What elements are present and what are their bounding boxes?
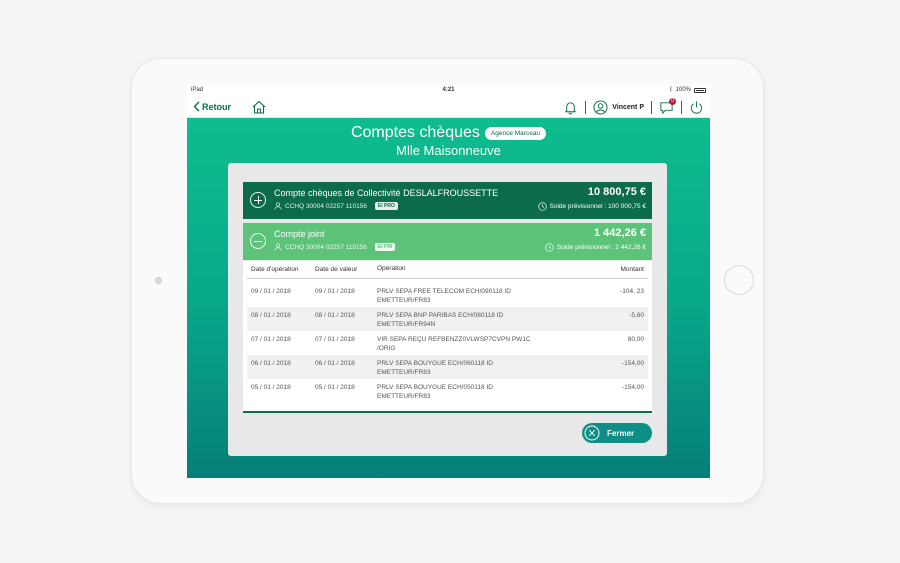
power-icon[interactable] — [689, 100, 704, 115]
account-row-joint[interactable]: Compte joint CCHQ 30004 02257 110156 EI … — [243, 223, 652, 260]
app-screen: iPad 4:21 ᛒ 100% Retour Vincent P 0 Comp… — [187, 85, 710, 478]
cell-amount: -104, 23 — [620, 288, 644, 295]
expand-plus-icon[interactable] — [250, 192, 266, 208]
account-forecast: Solde prévisionnel : 2 442,26 € — [545, 243, 646, 252]
table-body: 09 / 01 / 2018 09 / 01 / 2018 PRLV SEPA … — [243, 283, 652, 403]
nav-separator — [585, 100, 587, 114]
bluetooth-icon: ᛒ — [669, 87, 673, 93]
battery-icon — [694, 87, 706, 93]
cell-op-date: 05 / 01 / 2018 — [251, 384, 291, 391]
cell-operation: PRLV SEPA FREE TELECOM ECH/090118 ID EME… — [377, 288, 511, 304]
agency-badge: Agence Marceau — [484, 126, 547, 140]
battery-percent: 100% — [675, 87, 691, 93]
table-header: Date d'opération Date de valeur Opératio… — [247, 261, 648, 279]
col-op-date: Date d'opération — [251, 266, 299, 273]
cell-value-date: 09 / 01 / 2018 — [315, 288, 355, 295]
cell-op-date: 06 / 01 / 2018 — [251, 360, 291, 367]
cell-op-date: 08 / 01 / 2018 — [251, 312, 291, 319]
nav-separator — [681, 100, 682, 114]
forecast-text: Solde prévisionnel : 2 442,26 € — [556, 244, 646, 251]
person-icon — [274, 202, 282, 210]
close-label: Fermer — [607, 428, 635, 438]
col-operation: Opération — [377, 265, 406, 273]
close-button[interactable]: Fermer — [582, 423, 652, 443]
close-icon — [584, 425, 600, 441]
chevron-left-icon — [193, 101, 200, 112]
nav-separator — [651, 100, 652, 114]
collapse-minus-icon[interactable] — [250, 233, 266, 249]
clock-icon — [545, 243, 554, 252]
account-balance: 10 800,75 € — [587, 186, 646, 198]
table-row[interactable]: 06 / 01 / 2018 06 / 01 / 2018 PRLV SEPA … — [247, 355, 648, 379]
top-navbar: Retour Vincent P 0 — [187, 96, 710, 118]
cell-op-date: 07 / 01 / 2018 — [251, 336, 291, 343]
cell-amount: -154,00 — [621, 384, 644, 391]
account-balance: 1 442,26 € — [594, 227, 646, 239]
cell-operation: PRLV SEPA BNP PARIBAS ECH/080118 ID EMET… — [377, 312, 504, 328]
ipad-home-button[interactable] — [724, 265, 754, 295]
col-amount: Montant — [620, 266, 645, 273]
camera-dot — [155, 277, 162, 284]
account-tag: EI PRO — [374, 202, 398, 210]
back-button[interactable]: Retour — [193, 101, 231, 112]
status-right: ᛒ 100% — [669, 87, 706, 93]
table-row[interactable]: 05 / 01 / 2018 05 / 01 / 2018 PRLV SEPA … — [247, 379, 648, 403]
cell-value-date: 06 / 01 / 2018 — [315, 360, 355, 367]
account-meta: CCHQ 30004 02257 110156 EI PRO — [274, 202, 398, 210]
cell-value-date: 05 / 01 / 2018 — [315, 384, 355, 391]
transactions-table: Date d'opération Date de valeur Opératio… — [243, 261, 652, 413]
status-time: 4:21 — [442, 87, 455, 93]
forecast-text: Solde prévisionnel : 100 000,75 € — [549, 203, 647, 210]
col-value-date: Date de valeur — [315, 266, 358, 273]
home-icon[interactable] — [251, 99, 267, 115]
account-number: CCHQ 30004 02257 110156 — [285, 243, 367, 251]
status-bar: iPad 4:21 ᛒ 100% — [187, 85, 710, 96]
account-name: Compte joint — [274, 229, 325, 239]
table-row[interactable]: 07 / 01 / 2018 07 / 01 / 2018 VIR SEPA R… — [247, 331, 648, 355]
cell-amount: -5,60 — [629, 312, 644, 319]
cell-amount: 80,00 — [627, 336, 644, 343]
account-tag: EI PRI — [374, 243, 396, 251]
table-row[interactable]: 09 / 01 / 2018 09 / 01 / 2018 PRLV SEPA … — [247, 283, 648, 307]
cell-op-date: 09 / 01 / 2018 — [251, 288, 291, 295]
nav-actions: Vincent P 0 — [563, 97, 704, 115]
customer-name: Mlle Maisonneuve — [396, 143, 501, 158]
account-row-collectivite[interactable]: Compte chèques de Collectivité DESLALFRO… — [243, 182, 652, 219]
back-label: Retour — [202, 101, 231, 112]
user-avatar-icon[interactable] — [593, 99, 608, 115]
accounts-panel: Compte chèques de Collectivité DESLALFRO… — [228, 163, 667, 456]
cell-operation: PRLV SEPA BOUYGUE ECH/050118 ID EMETTEUR… — [377, 384, 493, 400]
cell-value-date: 07 / 01 / 2018 — [315, 336, 355, 343]
cell-value-date: 08 / 01 / 2018 — [315, 312, 355, 319]
page-header: Comptes chèques Agence Marceau Mlle Mais… — [187, 124, 710, 158]
messages-button[interactable]: 0 — [659, 97, 676, 115]
messages-badge: 0 — [669, 97, 676, 105]
account-name: Compte chèques de Collectivité DESLALFRO… — [274, 188, 499, 198]
account-forecast: Solde prévisionnel : 100 000,75 € — [537, 202, 647, 211]
user-name[interactable]: Vincent P — [612, 104, 644, 111]
account-number: CCHQ 30004 02257 110156 — [285, 202, 367, 210]
person-icon — [274, 243, 282, 251]
table-row[interactable]: 08 / 01 / 2018 08 / 01 / 2018 PRLV SEPA … — [247, 307, 648, 331]
account-meta: CCHQ 30004 02257 110156 EI PRI — [274, 243, 396, 251]
cell-operation: PRLV SEPA BOUYGUE ECH/060118 ID EMETTEUR… — [377, 360, 493, 376]
clock-icon — [537, 202, 547, 211]
page-title: Comptes chèques — [350, 124, 480, 141]
cell-operation: VIR SEPA REÇU REFBENZZ0VLWSP7CVPN PW1C /… — [377, 336, 531, 352]
bell-icon[interactable] — [563, 100, 578, 115]
cell-amount: -154,00 — [621, 360, 644, 367]
